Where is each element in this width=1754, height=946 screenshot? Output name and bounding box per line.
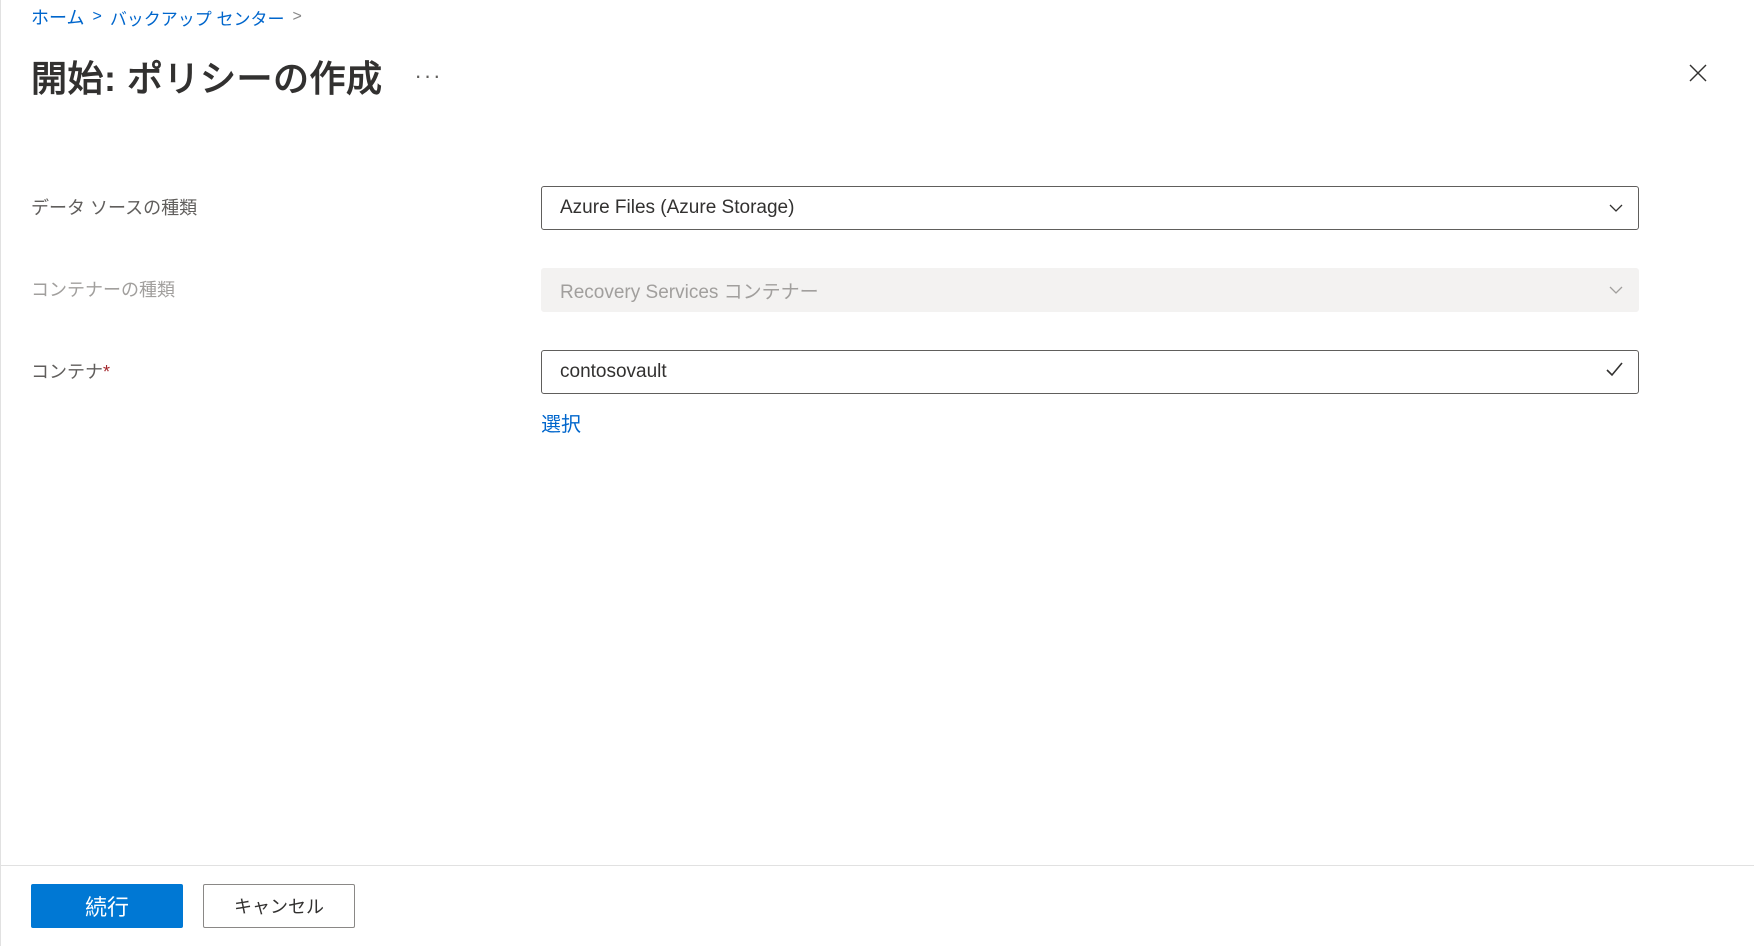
more-actions-button[interactable]: ··· xyxy=(415,63,443,89)
continue-button[interactable]: 続行 xyxy=(31,884,183,928)
form-area: データ ソースの種類 Azure Files (Azure Storage) コ… xyxy=(1,126,1754,865)
container-row: コンテナ* contosovault 選択 xyxy=(31,350,1724,437)
close-button[interactable] xyxy=(1678,53,1718,100)
datasource-type-row: データ ソースの種類 Azure Files (Azure Storage) xyxy=(31,186,1724,230)
footer: 続行 キャンセル xyxy=(1,865,1754,946)
container-select[interactable]: contosovault xyxy=(541,350,1639,394)
datasource-type-label: データ ソースの種類 xyxy=(31,186,541,220)
cancel-button[interactable]: キャンセル xyxy=(203,884,355,928)
select-container-link[interactable]: 選択 xyxy=(541,408,1639,437)
breadcrumb-backup-center-link[interactable]: バックアップ センター xyxy=(110,5,285,30)
breadcrumb-separator: > xyxy=(293,8,302,26)
container-label: コンテナ* xyxy=(31,350,541,384)
close-icon xyxy=(1686,61,1710,92)
container-type-label: コンテナーの種類 xyxy=(31,268,541,302)
chevron-down-icon xyxy=(1608,282,1624,298)
datasource-type-select[interactable]: Azure Files (Azure Storage) xyxy=(541,186,1639,230)
required-marker: * xyxy=(103,362,110,382)
container-value: contosovault xyxy=(560,361,667,383)
container-type-value: Recovery Services コンテナー xyxy=(560,277,819,304)
breadcrumb-separator: > xyxy=(92,8,101,26)
datasource-type-value: Azure Files (Azure Storage) xyxy=(560,197,794,219)
checkmark-icon xyxy=(1604,359,1624,385)
container-type-row: コンテナーの種類 Recovery Services コンテナー xyxy=(31,268,1724,312)
page-title: 開始: ポリシーの作成 xyxy=(31,50,383,102)
breadcrumb-home-link[interactable]: ホーム xyxy=(31,4,84,30)
page-header: 開始: ポリシーの作成 ··· xyxy=(1,34,1754,126)
breadcrumb: ホーム > バックアップ センター > xyxy=(1,0,1754,34)
chevron-down-icon xyxy=(1608,200,1624,216)
container-type-select: Recovery Services コンテナー xyxy=(541,268,1639,312)
